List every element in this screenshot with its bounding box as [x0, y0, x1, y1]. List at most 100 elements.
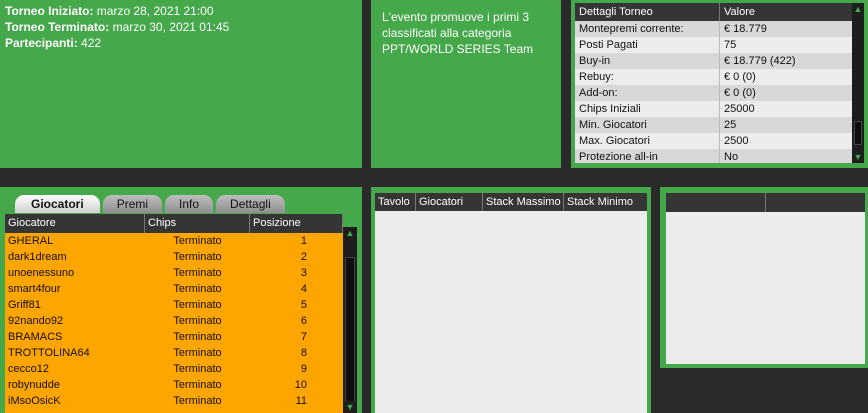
table-row[interactable]: cecco12 Terminato 9: [5, 361, 343, 377]
players-header-chips[interactable]: Chips: [145, 214, 250, 233]
tables-header-table[interactable]: Tavolo: [375, 193, 416, 211]
tournament-participants: Partecipanti: 422: [5, 35, 357, 51]
tables-table: Tavolo Giocatori Stack Massimo Stack Min…: [375, 193, 647, 413]
details-row: Montepremi corrente: € 18.779: [575, 21, 855, 37]
details-row-key: Posti Pagati: [575, 37, 720, 53]
table-row[interactable]: BRAMACS Terminato 7: [5, 329, 343, 345]
player-chips: Terminato: [173, 363, 222, 375]
details-row: Buy-in € 18.779 (422): [575, 53, 855, 69]
tab-giocatori[interactable]: Giocatori: [15, 195, 100, 213]
tournament-ended: Torneo Terminato: marzo 30, 2021 01:45: [5, 19, 357, 35]
details-header-value[interactable]: Valore: [720, 3, 855, 21]
table-detail-header-col1[interactable]: [666, 193, 766, 212]
player-name: GHERAL: [8, 235, 54, 247]
player-name: cecco12: [8, 363, 49, 375]
players-rows: GHERAL Terminato 1 dark1dream Terminato 2 unoe…: [5, 233, 343, 409]
players-table: Giocatore Chips Posizione GHERAL Terminat…: [5, 214, 343, 413]
player-chips: Terminato: [173, 315, 222, 327]
player-position: 9: [300, 363, 307, 375]
player-position: 7: [300, 331, 307, 343]
player-name: TROTTOLINA64: [8, 347, 90, 359]
details-row: Chips Iniziali 25000: [575, 101, 855, 117]
player-position: 10: [294, 379, 307, 391]
tables-header-players[interactable]: Giocatori: [416, 193, 483, 211]
details-header-key[interactable]: Dettagli Torneo: [575, 3, 720, 21]
table-row[interactable]: robynudde Terminato 10: [5, 377, 343, 393]
tournament-info-panel: Torneo Iniziato: marzo 28, 2021 21:00 To…: [0, 0, 362, 168]
details-row-value: 25: [724, 119, 737, 131]
player-chips: Terminato: [173, 379, 222, 391]
details-row-value: No: [724, 151, 739, 163]
player-name: unoenessuno: [8, 267, 75, 279]
tab-premi[interactable]: Premi: [102, 195, 163, 213]
tab-info[interactable]: Info: [165, 195, 214, 213]
table-detail-table: [666, 193, 865, 364]
players-scroll-thumb[interactable]: [345, 257, 355, 407]
arrow-up-icon[interactable]: ▲: [343, 227, 357, 239]
players-scrollbar[interactable]: ▲ ▼: [343, 227, 357, 413]
details-row: Rebuy: € 0 (0): [575, 69, 855, 85]
player-position: 6: [300, 315, 307, 327]
details-row-value: 25000: [724, 103, 755, 115]
player-chips: Terminato: [173, 283, 222, 295]
arrow-down-icon[interactable]: ▼: [343, 401, 357, 413]
table-detail-header-col2[interactable]: [766, 193, 865, 212]
table-row[interactable]: iMsoOsicK Terminato 11: [5, 393, 343, 409]
arrow-up-icon[interactable]: ▲: [852, 3, 864, 15]
table-row[interactable]: smart4four Terminato 4: [5, 281, 343, 297]
details-row-key: Min. Giocatori: [575, 117, 720, 133]
table-detail-panel: [660, 187, 868, 368]
player-name: Griff81: [8, 299, 41, 311]
player-position: 4: [300, 283, 307, 295]
table-row[interactable]: dark1dream Terminato 2: [5, 249, 343, 265]
details-row-key: Add-on:: [575, 85, 720, 101]
player-position: 3: [300, 267, 307, 279]
player-chips: Terminato: [173, 235, 222, 247]
table-row[interactable]: 92nando92 Terminato 6: [5, 313, 343, 329]
player-name: dark1dream: [8, 251, 67, 263]
details-scrollbar[interactable]: ▲ ▼: [852, 3, 864, 163]
details-row-key: Montepremi corrente:: [575, 21, 720, 37]
started-label: Torneo Iniziato:: [5, 4, 94, 18]
tables-header-max-stack[interactable]: Stack Massimo: [483, 193, 564, 211]
details-rows: Montepremi corrente: € 18.779 Posti Pagati…: [575, 21, 855, 163]
player-position: 2: [300, 251, 307, 263]
tournament-started: Torneo Iniziato: marzo 28, 2021 21:00: [5, 3, 357, 19]
player-name: smart4four: [8, 283, 61, 295]
tables-header-min-stack[interactable]: Stack Minimo: [564, 193, 647, 211]
player-position: 11: [295, 395, 307, 407]
arrow-down-icon[interactable]: ▼: [852, 151, 864, 163]
player-chips: Terminato: [173, 347, 222, 359]
tab-dettagli[interactable]: Dettagli: [216, 195, 285, 213]
player-chips: Terminato: [173, 299, 222, 311]
started-value: marzo 28, 2021 21:00: [96, 4, 214, 18]
tables-panel: Tavolo Giocatori Stack Massimo Stack Min…: [371, 187, 651, 413]
details-row: Min. Giocatori 25: [575, 117, 855, 133]
details-row-value: 75: [724, 39, 737, 51]
details-row-key: Buy-in: [575, 53, 720, 69]
player-name: 92nando92: [8, 315, 64, 327]
details-row-key: Rebuy:: [575, 69, 720, 85]
player-position: 1: [300, 235, 307, 247]
table-detail-header: [666, 193, 865, 212]
details-row-key: Protezione all-in: [575, 149, 720, 163]
tab-bar: Giocatori Premi Info Dettagli: [15, 195, 285, 213]
details-scroll-thumb[interactable]: [854, 121, 862, 145]
player-chips: Terminato: [173, 395, 222, 407]
ended-value: marzo 30, 2021 01:45: [112, 20, 230, 34]
player-position: 5: [300, 299, 307, 311]
details-row-value: 2500: [724, 135, 749, 147]
table-row[interactable]: Griff81 Terminato 5: [5, 297, 343, 313]
details-row: Protezione all-in No: [575, 149, 855, 163]
players-header-name[interactable]: Giocatore: [5, 214, 145, 233]
details-row-value: € 18.779: [724, 23, 767, 35]
players-header-position[interactable]: Posizione: [250, 214, 343, 233]
table-row[interactable]: unoenessuno Terminato 3: [5, 265, 343, 281]
details-row-value: € 18.779 (422): [724, 55, 796, 67]
table-row[interactable]: GHERAL Terminato 1: [5, 233, 343, 249]
table-row[interactable]: TROTTOLINA64 Terminato 8: [5, 345, 343, 361]
details-panel: Dettagli Torneo Valore Montepremi corren…: [571, 0, 868, 168]
details-row: Posti Pagati 75: [575, 37, 855, 53]
details-row: Add-on: € 0 (0): [575, 85, 855, 101]
details-row-value: € 0 (0): [724, 87, 756, 99]
